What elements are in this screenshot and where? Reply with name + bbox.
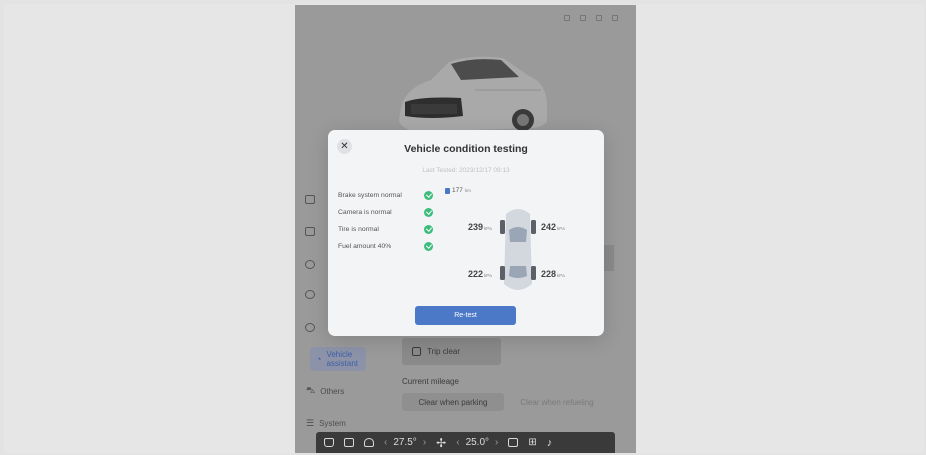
fuel-pump-icon xyxy=(445,187,450,194)
retest-button[interactable]: Re-test xyxy=(415,306,516,325)
check-ok-icon xyxy=(424,190,433,200)
bluetooth-icon xyxy=(596,15,602,21)
left-temp-value: 27.5° xyxy=(393,437,417,448)
trip-clear-label: Trip clear xyxy=(427,347,461,356)
car-top-view-icon xyxy=(500,209,536,290)
check-item-fuel: Fuel amount 40% xyxy=(338,241,433,251)
tire-pressure-unit: kPa xyxy=(484,273,492,278)
settings-icon xyxy=(612,15,618,21)
light-icon[interactable] xyxy=(305,260,315,269)
chevron-left-icon[interactable]: ‹ xyxy=(384,437,387,448)
screen-icon[interactable] xyxy=(305,227,315,236)
car-icon[interactable] xyxy=(305,195,315,204)
tire-pressure-value: 242 xyxy=(541,222,557,232)
tire-pressure-unit: kPa xyxy=(557,226,565,231)
media-icon[interactable] xyxy=(508,438,519,447)
bottom-dock: ‹ 27.5° › ✢ ‹ 25.0° › ⊞ ♪ xyxy=(316,432,615,453)
sound-icon[interactable] xyxy=(305,290,315,299)
tire-front-left: 239 kPa xyxy=(468,222,492,232)
left-temp-control[interactable]: ‹ 27.5° › xyxy=(384,437,426,448)
clear-when-refueling-option[interactable]: Clear when refueling xyxy=(505,393,609,411)
signal-icon xyxy=(580,15,586,21)
check-label: Fuel amount 40% xyxy=(338,242,392,250)
music-icon[interactable]: ♪ xyxy=(547,437,553,449)
check-ok-icon xyxy=(424,241,433,251)
right-temp-value: 25.0° xyxy=(465,437,490,448)
check-item-camera: Camera is normal xyxy=(338,207,433,217)
check-label: Brake system normal xyxy=(338,191,402,199)
tire-pressure-unit: kPa xyxy=(557,273,565,278)
tire-pressure-unit: kPa xyxy=(484,226,492,231)
sidebar-item-label: Vehicle assistant xyxy=(326,350,359,368)
range-unit: km xyxy=(464,188,471,193)
current-mileage-label: Current mileage xyxy=(402,377,459,386)
check-label: Tire is normal xyxy=(338,225,379,233)
sliders-icon: ☰ xyxy=(306,418,315,428)
trip-icon xyxy=(412,347,421,356)
sidebar-item-system[interactable]: ☰ System xyxy=(306,418,346,429)
fan-icon[interactable]: ✢ xyxy=(436,436,446,450)
tire-pressure-value: 239 xyxy=(468,222,484,232)
tire-pressure-value: 228 xyxy=(541,269,557,279)
tire-pressure-value: 222 xyxy=(468,269,484,279)
car-icon[interactable] xyxy=(344,438,354,447)
last-tested-text: Last Tested: 2023/12/17 09:13 xyxy=(422,167,510,174)
defrost-icon[interactable] xyxy=(364,438,374,447)
apps-grid-icon[interactable]: ⊞ xyxy=(528,437,536,448)
range-value: 177 xyxy=(452,187,463,194)
tire-rear-left: 222 kPa xyxy=(468,269,492,279)
lock-icon xyxy=(564,15,570,21)
trip-clear-button[interactable]: Trip clear xyxy=(402,338,501,365)
chevron-right-icon[interactable]: › xyxy=(423,437,426,448)
check-ok-icon xyxy=(424,224,433,234)
sidebar-item-vehicle-assistant[interactable]: ◔ Vehicle assistant xyxy=(310,347,367,371)
home-icon[interactable] xyxy=(324,438,334,447)
status-bar xyxy=(564,15,618,21)
chevron-left-icon[interactable]: ‹ xyxy=(456,437,459,448)
gauge-icon: ◔ xyxy=(316,354,322,364)
dialog-title: Vehicle condition testing xyxy=(404,143,528,155)
check-label: Camera is normal xyxy=(338,208,392,216)
car-icon: ⛍ xyxy=(306,385,316,395)
clear-when-parking-option[interactable]: Clear when parking xyxy=(402,393,504,411)
check-ok-icon xyxy=(424,207,433,217)
sidebar-item-label: Others xyxy=(320,386,345,396)
drive-icon[interactable] xyxy=(305,323,315,332)
remaining-range: 177 km xyxy=(445,187,471,194)
tire-rear-right: 228 kPa xyxy=(541,269,565,279)
right-temp-control[interactable]: ‹ 25.0° › xyxy=(456,437,498,448)
tire-front-right: 242 kPa xyxy=(541,222,565,232)
sidebar-item-label: System xyxy=(319,419,346,428)
check-item-brake: Brake system normal xyxy=(338,190,433,200)
sidebar-item-others[interactable]: ⛍ Others xyxy=(306,385,344,397)
chevron-right-icon[interactable]: › xyxy=(495,437,498,448)
vehicle-condition-dialog: ✕ Vehicle condition testing Last Tested:… xyxy=(328,130,604,336)
check-item-tire: Tire is normal xyxy=(338,224,433,234)
